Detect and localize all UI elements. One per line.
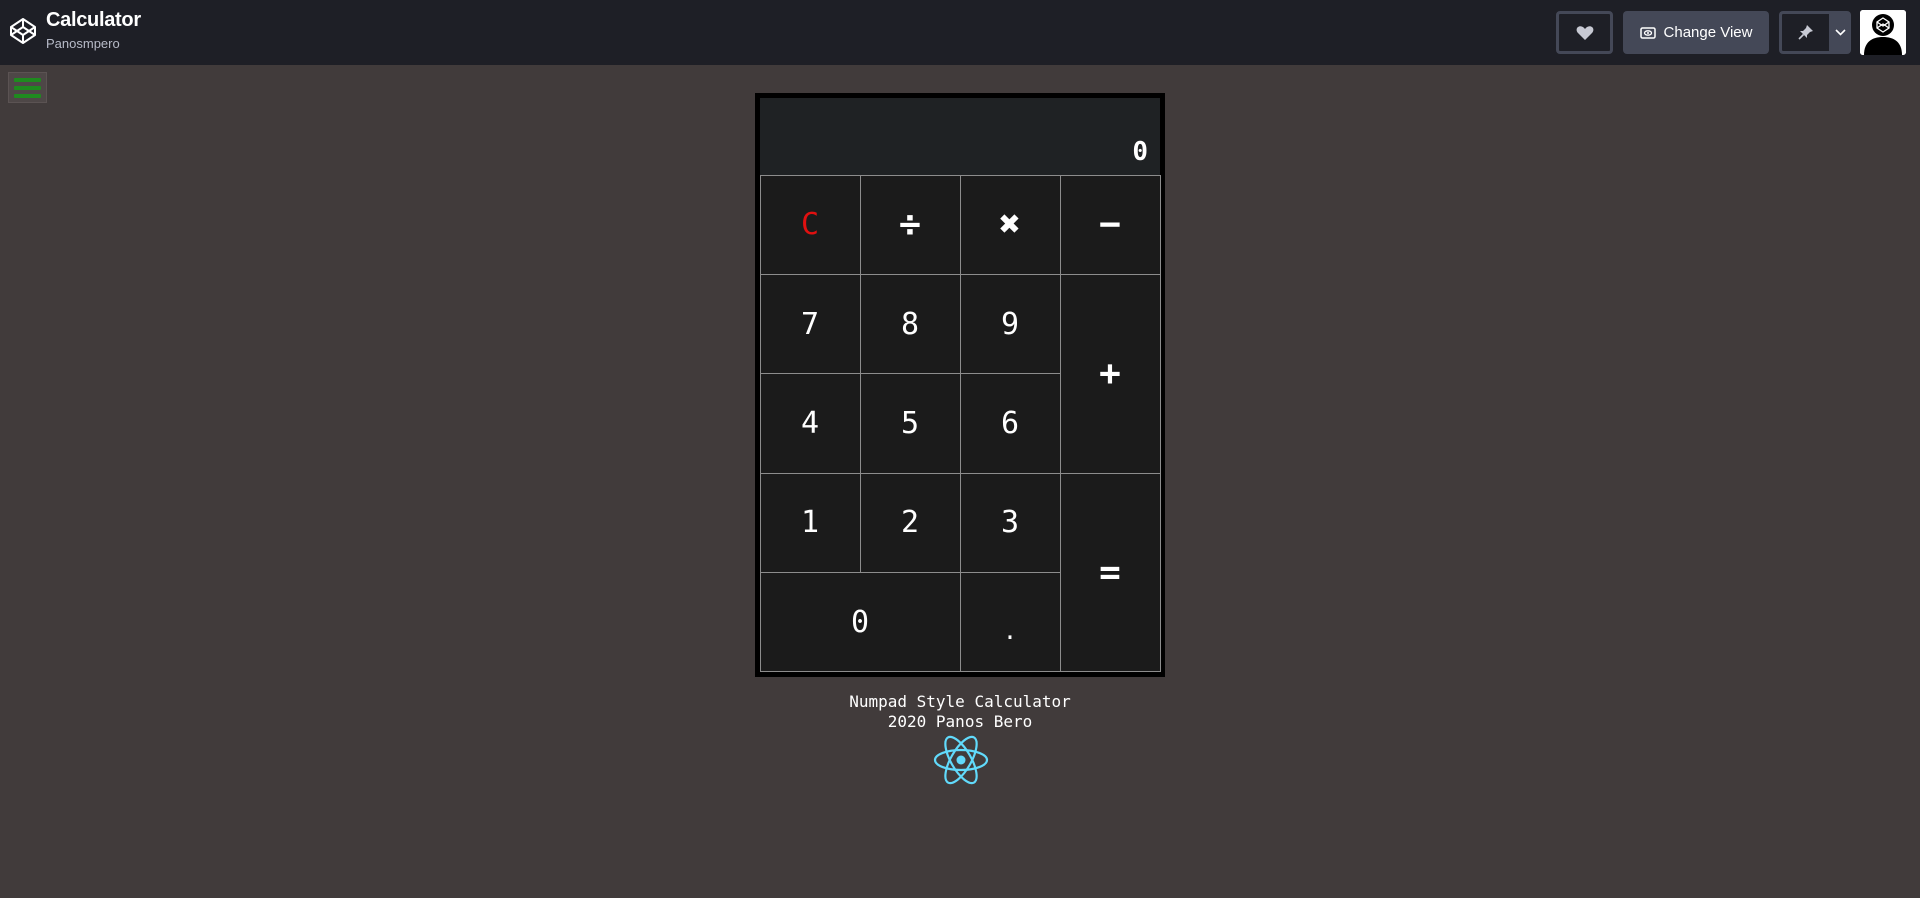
digit-3-button[interactable]: 3 xyxy=(959,472,1061,574)
top-bar: Calculator Panosmpero Change View xyxy=(0,0,1920,65)
change-view-label: Change View xyxy=(1663,24,1753,41)
digit-2-button[interactable]: 2 xyxy=(859,472,961,574)
digit-4-button[interactable]: 4 xyxy=(759,373,861,474)
change-view-button[interactable]: Change View xyxy=(1623,11,1769,54)
hamburger-menu-icon[interactable] xyxy=(8,72,47,103)
digit-0-button[interactable]: 0 xyxy=(759,572,961,673)
digit-5-button[interactable]: 5 xyxy=(859,373,961,474)
display-value: 0 xyxy=(1132,137,1148,167)
digit-6-button[interactable]: 6 xyxy=(959,373,1061,474)
keypad: C ÷ ✖ − 7 8 9 + 4 5 6 1 2 3 = 0 . xyxy=(759,174,1161,673)
chevron-down-icon xyxy=(1834,29,1846,36)
digit-1-button[interactable]: 1 xyxy=(759,472,861,574)
like-button[interactable] xyxy=(1556,11,1613,54)
pen-author-link[interactable]: Panosmpero xyxy=(46,36,120,51)
heart-icon xyxy=(1576,25,1593,40)
menu-bar xyxy=(14,93,41,98)
digit-7-button[interactable]: 7 xyxy=(759,273,861,375)
user-avatar[interactable] xyxy=(1860,10,1906,55)
multiply-button[interactable]: ✖ xyxy=(959,174,1061,275)
add-button[interactable]: + xyxy=(1059,273,1161,474)
menu-bar xyxy=(14,77,41,82)
react-logo-icon xyxy=(933,735,989,785)
digit-8-button[interactable]: 8 xyxy=(859,273,961,375)
credits-title: Numpad Style Calculator xyxy=(849,692,1071,711)
credits-author: 2020 Panos Bero xyxy=(887,712,1033,731)
calculator: 0 C ÷ ✖ − 7 8 9 + 4 5 6 1 2 3 = 0 . xyxy=(755,93,1165,677)
digit-9-button[interactable]: 9 xyxy=(959,273,1061,375)
pen-title: Calculator xyxy=(46,9,141,31)
decimal-button[interactable]: . xyxy=(959,572,1061,673)
pin-button[interactable] xyxy=(1779,11,1829,54)
subtract-button[interactable]: − xyxy=(1059,174,1161,275)
divide-button[interactable]: ÷ xyxy=(859,174,961,275)
menu-bar xyxy=(14,85,41,90)
pin-icon xyxy=(1797,24,1813,40)
equals-button[interactable]: = xyxy=(1059,472,1161,673)
pin-dropdown-button[interactable] xyxy=(1829,11,1851,54)
calculator-display: 0 xyxy=(760,98,1160,175)
clear-button[interactable]: C xyxy=(759,174,861,275)
codepen-logo-icon[interactable] xyxy=(8,16,38,46)
credits: Numpad Style Calculator 2020 Panos Bero xyxy=(760,692,1160,732)
eye-icon xyxy=(1639,26,1656,39)
